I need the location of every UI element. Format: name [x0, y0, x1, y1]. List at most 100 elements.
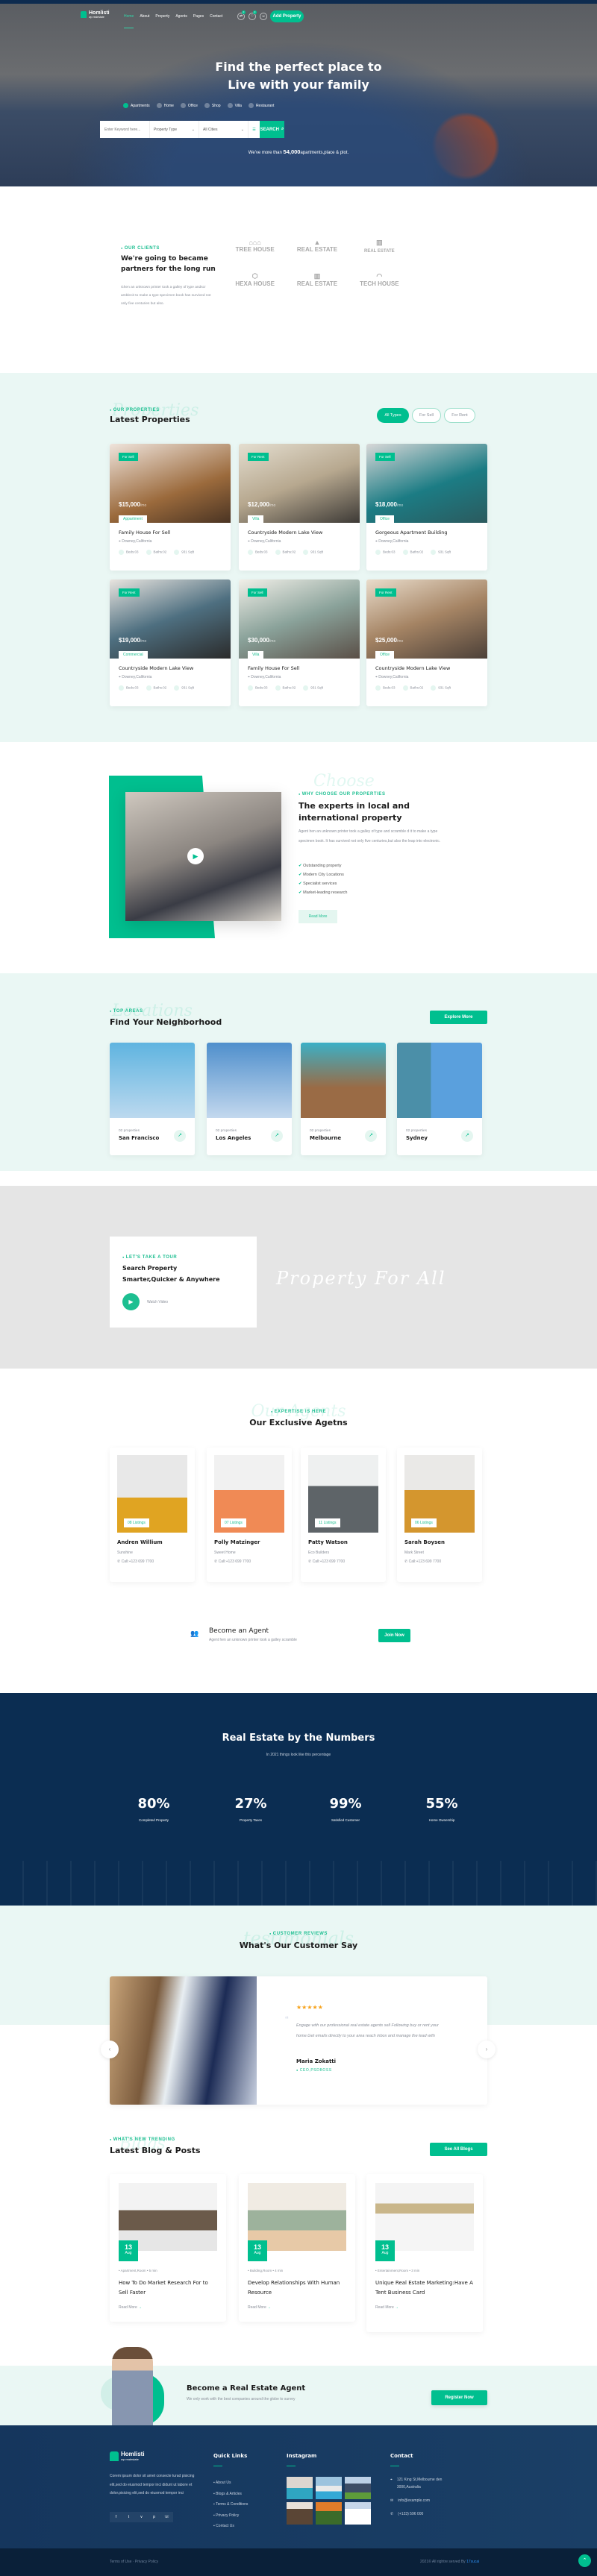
next-arrow-icon[interactable]: › [478, 2041, 496, 2058]
agent-card[interactable]: 06 Listings Sarah Boysen Mark Street ✆ C… [397, 1448, 482, 1582]
twitter-icon[interactable]: t [122, 2512, 135, 2522]
phone-link[interactable]: ✆ (+123) 596 000 [390, 2510, 457, 2518]
user-icon[interactable]: ☺ [260, 13, 267, 20]
nav-pages[interactable]: Pages [193, 14, 204, 28]
category-restaurant[interactable]: Restaurant [248, 103, 274, 108]
footer-logo[interactable]: Homlisti wp realestate [110, 2451, 145, 2461]
pinterest-icon[interactable]: p [148, 2512, 160, 2522]
category-home[interactable]: Home [156, 103, 174, 108]
watch-video-link[interactable]: Watch Video [147, 1300, 168, 1304]
client-logo[interactable]: ▥ REAL ESTATE [286, 272, 348, 287]
blog-card[interactable]: 13 Aug • Entertainment,Room • 3 min Uniqu… [366, 2174, 483, 2332]
compare-icon[interactable]: ⇄ 0 [237, 10, 246, 20]
instagram-photo[interactable] [287, 2502, 313, 2525]
read-more-button[interactable]: Read More [298, 910, 337, 923]
facebook-icon[interactable]: f [110, 2512, 122, 2522]
neighborhood-card[interactable]: 02 properties San Francisco ↗ [110, 1043, 195, 1155]
footer-link[interactable]: ▪ About Us [213, 2478, 248, 2489]
client-logo[interactable]: ⬡ HEXA HOUSE [224, 272, 286, 287]
filter-icon[interactable]: ☰ [249, 121, 260, 138]
privacy-link[interactable]: Privacy Policy [135, 2560, 158, 2564]
arrow-up-right-icon[interactable]: ↗ [365, 1130, 377, 1142]
instagram-photo[interactable] [345, 2477, 371, 2499]
neighborhood-card[interactable]: 02 properties Los Angeles ↗ [207, 1043, 292, 1155]
filter-for-sell[interactable]: For Sell [412, 408, 441, 423]
register-now-button[interactable]: Register Now [431, 2390, 487, 2405]
property-price: $12,000/mo [248, 501, 276, 508]
instagram-photo[interactable] [316, 2477, 342, 2499]
bath-icon [275, 685, 281, 691]
category-villa[interactable]: Villa [227, 103, 242, 108]
logo[interactable]: Homlisti wp realestate [81, 10, 110, 19]
add-property-button[interactable]: Add Property [270, 10, 304, 22]
filter-for-rent[interactable]: For Rent [444, 408, 475, 423]
category-shop[interactable]: Shop [204, 103, 221, 108]
arrow-up-right-icon[interactable]: ↗ [174, 1130, 186, 1142]
blog-card[interactable]: 13 Aug • Apartment,Room • 5 min How To Do… [110, 2174, 226, 2322]
footer-link[interactable]: ▪ Terms & Conditions [213, 2499, 248, 2510]
agent-card[interactable]: 07 Listings Polly Matzinger Sweet Home ✆… [207, 1448, 292, 1582]
nav-property[interactable]: Property [155, 14, 169, 28]
blog-title[interactable]: How To Do Market Research For to Sell Fa… [119, 2278, 217, 2298]
whatsapp-icon[interactable]: ☏ [160, 2512, 173, 2522]
client-logo[interactable]: ▲ REAL ESTATE [286, 239, 348, 254]
property-card[interactable]: For Sell $18,000/mo Office Gorgeous Apar… [366, 444, 487, 571]
property-type-select[interactable]: Property Type ⌄ [150, 121, 199, 138]
property-title[interactable]: Family House For Sell [248, 665, 351, 671]
see-all-blogs-button[interactable]: See All Blogs [430, 2143, 487, 2156]
blog-card[interactable]: 13 Aug • Building,Room • 4 min Develop Re… [239, 2174, 355, 2322]
nav-contact[interactable]: Contact [210, 14, 222, 28]
play-icon[interactable]: ▶ [187, 848, 204, 864]
prev-arrow-icon[interactable]: ‹ [101, 2041, 119, 2058]
footer-link[interactable]: ▪ Contact Us [213, 2521, 248, 2532]
blog-title[interactable]: Develop Relationships With Human Resourc… [248, 2278, 346, 2298]
back-to-top-icon[interactable]: ⌃ [578, 2554, 591, 2567]
property-title[interactable]: Countryside Modern Lake View [119, 665, 222, 671]
agent-card[interactable]: 11 Listings Patty Watson Eco Builders ✆ … [301, 1448, 386, 1582]
blog-title[interactable]: Unique Real Estate Marketing:Have A Tent… [375, 2278, 474, 2298]
search-button[interactable]: SEARCH ⌕ [260, 121, 284, 138]
property-title[interactable]: Family House For Sell [119, 530, 222, 535]
neighborhood-card[interactable]: 02 properties Sydney ↗ [397, 1043, 482, 1155]
property-card[interactable]: For Rent $25,000/mo Office Countryside M… [366, 579, 487, 706]
property-card[interactable]: For Sell $15,000/mo Appartment Family Ho… [110, 444, 231, 571]
instagram-photo[interactable] [287, 2477, 313, 2499]
join-now-button[interactable]: Join Now [378, 1629, 410, 1642]
property-title[interactable]: Gorgeous Apartment Building [375, 530, 478, 535]
explore-more-button[interactable]: Explore More [430, 1011, 487, 1024]
terms-link[interactable]: Terms of Use [110, 2560, 131, 2564]
client-logo[interactable]: ◠ TECH HOUSE [348, 272, 410, 287]
neighborhood-card[interactable]: 02 properties Melbourne ↗ [301, 1043, 386, 1155]
play-video-button[interactable]: ▶ [122, 1293, 140, 1310]
footer-link[interactable]: ▪ Privacy Policy [213, 2510, 248, 2522]
social-links: f t v p ☏ [110, 2512, 173, 2522]
arrow-up-right-icon[interactable]: ↗ [461, 1130, 473, 1142]
read-more-link[interactable]: Read More → [119, 2305, 217, 2310]
quote-icon: “ [285, 2014, 289, 2026]
category-office[interactable]: Office [180, 103, 198, 108]
property-title[interactable]: Countryside Modern Lake View [375, 665, 478, 671]
nav-home[interactable]: Home [124, 14, 134, 28]
agent-card[interactable]: 08 Listings Andren Willium Sunshine ✆ Ca… [110, 1448, 195, 1582]
read-more-link[interactable]: Read More → [375, 2305, 474, 2310]
nav-about[interactable]: About [140, 14, 149, 28]
property-title[interactable]: Countryside Modern Lake View [248, 530, 351, 535]
client-logo[interactable]: ⌂⌂⌂ TREE HOUSE [224, 239, 286, 254]
read-more-link[interactable]: Read More → [248, 2305, 346, 2310]
instagram-photo[interactable] [316, 2502, 342, 2525]
arrow-up-right-icon[interactable]: ↗ [271, 1130, 283, 1142]
heart-icon[interactable]: ♡ 0 [249, 10, 257, 20]
property-card[interactable]: For Rent $12,000/mo Villa Countryside Mo… [239, 444, 360, 571]
filter-all-types[interactable]: All Types [377, 408, 409, 423]
keyword-input[interactable] [100, 121, 150, 138]
property-card[interactable]: For Sell $30,000/mo Villa Family House F… [239, 579, 360, 706]
nav-agents[interactable]: Agents [175, 14, 187, 28]
footer-link[interactable]: ▪ Blogs & Articles [213, 2489, 248, 2500]
category-apartments[interactable]: Apartments [123, 103, 150, 108]
vimeo-icon[interactable]: v [135, 2512, 148, 2522]
instagram-photo[interactable] [345, 2502, 371, 2525]
client-logo[interactable]: ▥ REAL ESTATE [348, 239, 410, 254]
city-select[interactable]: All Cities ⌄ [199, 121, 249, 138]
property-card[interactable]: For Rent $19,000/mo Commercial Countrysi… [110, 579, 231, 706]
email-link[interactable]: ✉ info@example.com [390, 2497, 457, 2504]
